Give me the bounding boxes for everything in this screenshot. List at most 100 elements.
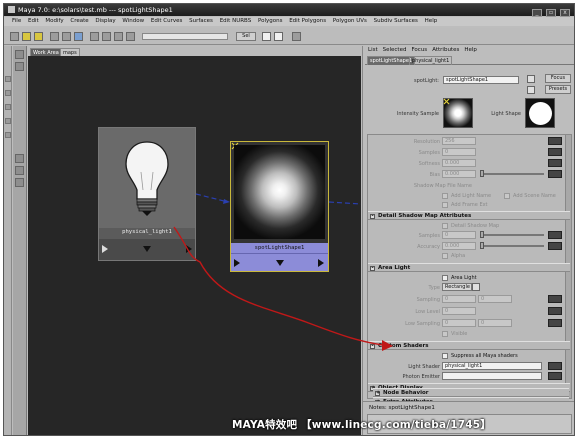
menu-create[interactable]: Create bbox=[70, 18, 88, 24]
menu-help[interactable]: Help bbox=[425, 18, 438, 24]
graph-downstream-icon[interactable] bbox=[15, 178, 24, 187]
layout-two-icon[interactable] bbox=[274, 32, 283, 41]
bias-slider-handle[interactable] bbox=[480, 170, 484, 177]
graph-upstream-icon[interactable] bbox=[15, 166, 24, 175]
light-shader-map-button[interactable] bbox=[548, 362, 562, 370]
move-tool-icon[interactable] bbox=[5, 104, 11, 110]
tab-physical-light1[interactable]: physical_light1 bbox=[409, 56, 453, 65]
low-sampling-field-u[interactable]: 0 bbox=[442, 319, 476, 327]
accuracy-field[interactable]: 0.000 bbox=[442, 242, 476, 250]
section-custom-shaders[interactable]: - Custom Shaders bbox=[368, 341, 570, 350]
close-button[interactable]: x bbox=[560, 9, 570, 17]
shadow-samples-map-button[interactable] bbox=[548, 148, 562, 156]
menu-edit-polygons[interactable]: Edit Polygons bbox=[289, 18, 326, 24]
bias-slider[interactable] bbox=[480, 173, 544, 175]
detail-shadow-map-checkbox[interactable] bbox=[442, 223, 448, 229]
collapse-icon[interactable]: - bbox=[370, 344, 375, 349]
collapse-icon[interactable]: - bbox=[370, 266, 375, 271]
menu-surfaces[interactable]: Surfaces bbox=[189, 18, 213, 24]
low-sampling-field-v[interactable]: 0 bbox=[478, 319, 512, 327]
visible-checkbox[interactable] bbox=[442, 331, 448, 337]
menu-display[interactable]: Display bbox=[95, 18, 115, 24]
ae-menu-help[interactable]: Help bbox=[464, 47, 477, 53]
select-component-icon[interactable] bbox=[74, 32, 83, 41]
select-tool-icon[interactable] bbox=[5, 76, 11, 82]
section-area-light[interactable]: - Area Light bbox=[368, 263, 570, 272]
detail-samples-handle[interactable] bbox=[480, 231, 484, 238]
detail-samples-field[interactable]: 0 bbox=[442, 231, 476, 239]
hypershade-work-area[interactable]: physical_light1 spotLightShape1 bbox=[28, 56, 361, 435]
bias-field[interactable]: 0.000 bbox=[442, 170, 476, 178]
menu-file[interactable]: File bbox=[12, 18, 21, 24]
graph-tool-icon[interactable] bbox=[15, 154, 24, 163]
type-dropdown[interactable]: Rectangle bbox=[442, 283, 472, 291]
add-frame-ext-checkbox[interactable] bbox=[442, 202, 448, 208]
softness-map-button[interactable] bbox=[548, 159, 562, 167]
sel-field-button[interactable]: Sel bbox=[236, 32, 256, 41]
detail-samples-map-button[interactable] bbox=[548, 231, 562, 239]
resolution-field[interactable]: 256 bbox=[442, 137, 476, 145]
add-scene-name-checkbox[interactable] bbox=[504, 193, 510, 199]
light-shader-field[interactable]: physical_light1 bbox=[442, 362, 542, 370]
layout-single-icon[interactable] bbox=[262, 32, 271, 41]
collapse-icon[interactable]: - bbox=[370, 214, 375, 219]
snap-point-icon[interactable] bbox=[114, 32, 123, 41]
shadow-samples-field[interactable]: 0 bbox=[442, 148, 476, 156]
sampling-field-v[interactable]: 0 bbox=[478, 295, 512, 303]
new-scene-icon[interactable] bbox=[10, 32, 19, 41]
low-sampling-map-button[interactable] bbox=[548, 319, 562, 327]
go-output-icon[interactable] bbox=[527, 86, 535, 94]
ae-menu-attributes[interactable]: Attributes bbox=[432, 47, 459, 53]
low-level-field[interactable]: 0 bbox=[442, 307, 476, 315]
detail-samples-slider[interactable] bbox=[480, 234, 544, 236]
accuracy-map-button[interactable] bbox=[548, 242, 562, 250]
section-detail-shadow[interactable]: - Detail Shadow Map Attributes bbox=[368, 211, 570, 220]
open-scene-icon[interactable] bbox=[22, 32, 31, 41]
accuracy-slider[interactable] bbox=[480, 245, 544, 247]
section-node-behavior[interactable]: + Node Behavior bbox=[373, 388, 569, 397]
photon-emitter-field[interactable] bbox=[442, 372, 542, 380]
expand-icon[interactable]: + bbox=[375, 391, 380, 396]
scale-tool-icon[interactable] bbox=[5, 132, 11, 138]
menu-modify[interactable]: Modify bbox=[45, 18, 63, 24]
ae-menu-list[interactable]: List bbox=[368, 47, 378, 53]
focus-button[interactable]: Focus bbox=[545, 74, 571, 83]
menu-polygons[interactable]: Polygons bbox=[258, 18, 282, 24]
channel-box-icon[interactable] bbox=[292, 32, 301, 41]
lasso-tool-icon[interactable] bbox=[5, 90, 11, 96]
tab-work-area[interactable]: Work Area bbox=[30, 48, 62, 56]
resolution-map-button[interactable] bbox=[548, 137, 562, 145]
sampling-map-button[interactable] bbox=[548, 295, 562, 303]
menu-subdiv-surfaces[interactable]: Subdiv Surfaces bbox=[374, 18, 418, 24]
attribute-scroll-area[interactable]: Resolution 256 Samples 0 Softness 0.000 … bbox=[367, 134, 572, 399]
select-hierarchy-icon[interactable] bbox=[50, 32, 59, 41]
area-light-checkbox[interactable] bbox=[442, 275, 448, 281]
bias-map-button[interactable] bbox=[548, 170, 562, 178]
minimize-button[interactable]: _ bbox=[532, 9, 542, 17]
menu-window[interactable]: Window bbox=[122, 18, 144, 24]
softness-field[interactable]: 0.000 bbox=[442, 159, 476, 167]
create-bar-icon[interactable] bbox=[15, 50, 24, 59]
menu-polygon-uvs[interactable]: Polygon UVs bbox=[333, 18, 367, 24]
go-input-icon[interactable] bbox=[527, 75, 535, 83]
ae-menu-selected[interactable]: Selected bbox=[383, 47, 407, 53]
presets-button[interactable]: Presets bbox=[545, 85, 571, 94]
accuracy-handle[interactable] bbox=[480, 242, 484, 249]
snap-grid-icon[interactable] bbox=[90, 32, 99, 41]
snap-curve-icon[interactable] bbox=[102, 32, 111, 41]
menu-edit-curves[interactable]: Edit Curves bbox=[151, 18, 183, 24]
tab-maps[interactable]: maps bbox=[60, 48, 80, 56]
menu-edit[interactable]: Edit bbox=[28, 18, 39, 24]
photon-emitter-map-button[interactable] bbox=[548, 372, 562, 380]
snap-view-icon[interactable] bbox=[126, 32, 135, 41]
rotate-tool-icon[interactable] bbox=[5, 118, 11, 124]
chevron-down-icon[interactable] bbox=[472, 283, 480, 291]
suppress-shaders-checkbox[interactable] bbox=[442, 353, 448, 359]
sampling-field-u[interactable]: 0 bbox=[442, 295, 476, 303]
input-line-field[interactable] bbox=[142, 33, 228, 40]
ae-menu-focus[interactable]: Focus bbox=[411, 47, 427, 53]
node-name-field[interactable]: spotLightShape1 bbox=[443, 76, 519, 84]
select-object-icon[interactable] bbox=[62, 32, 71, 41]
alpha-checkbox[interactable] bbox=[442, 253, 448, 259]
maximize-button[interactable]: ▫ bbox=[546, 9, 556, 17]
